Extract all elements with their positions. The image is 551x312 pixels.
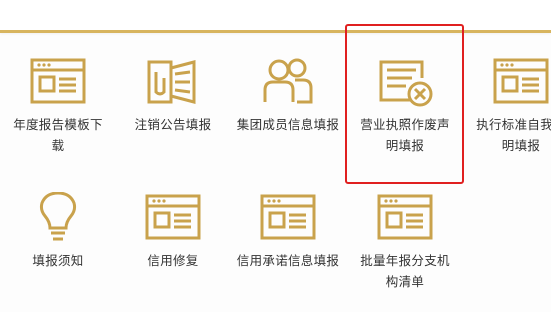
- tile-label: 集团成员信息填报: [236, 117, 340, 132]
- tile-batch-annual-report-branches[interactable]: 批量年报分支机构清单: [347, 192, 463, 292]
- lightbulb-icon: [39, 192, 77, 241]
- form-window-icon: [260, 194, 316, 240]
- megaphone-icon: [147, 60, 196, 104]
- tile-label: 填报须知: [32, 253, 84, 268]
- tile-label: 执行标准自我声明填报: [476, 117, 551, 153]
- tile-credit-repair[interactable]: 信用修复: [117, 192, 229, 271]
- form-window-icon: [493, 58, 549, 104]
- tile-label: 注销公告填报: [134, 117, 212, 132]
- group-members-icon: [263, 58, 313, 104]
- tile-label: 信用承诺信息填报: [236, 253, 340, 268]
- tile-license-void-declaration[interactable]: 营业执照作废声明填报: [347, 56, 463, 156]
- tile-group-member-info[interactable]: 集团成员信息填报: [232, 56, 344, 135]
- tile-standard-self-declaration[interactable]: 执行标准自我声明填报: [465, 56, 551, 156]
- tile-label: 信用修复: [147, 253, 199, 268]
- form-window-icon: [145, 194, 201, 240]
- tile-label: 年度报告模板下载: [13, 117, 103, 153]
- tile-filing-instructions[interactable]: 填报须知: [2, 192, 114, 271]
- tile-label: 营业执照作废声明填报: [360, 117, 450, 153]
- tile-annual-report-template-download[interactable]: 年度报告模板下载: [2, 56, 114, 156]
- tile-credit-commitment-info[interactable]: 信用承诺信息填报: [232, 192, 344, 271]
- tile-label: 批量年报分支机构清单: [360, 253, 450, 289]
- tile-cancellation-announcement[interactable]: 注销公告填报: [117, 56, 229, 135]
- form-window-icon: [377, 194, 433, 240]
- document-cancel-icon: [379, 60, 433, 107]
- top-header-bar: [0, 0, 551, 33]
- form-window-icon: [30, 58, 86, 104]
